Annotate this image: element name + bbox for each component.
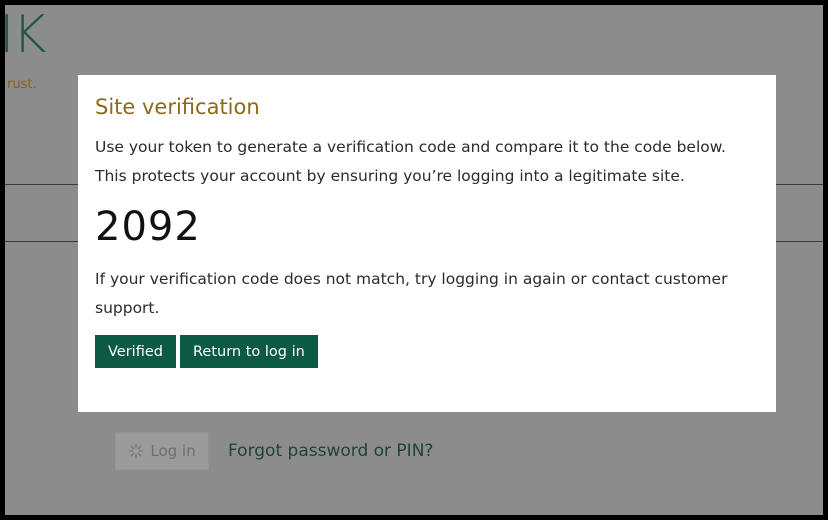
return-to-login-button[interactable]: Return to log in [179, 335, 318, 368]
dialog-description: Use your token to generate a verificatio… [95, 138, 726, 185]
bank-logo: IK [5, 5, 46, 65]
login-button-label: Log in [150, 442, 196, 460]
spinner-icon [129, 443, 144, 459]
verified-button[interactable]: Verified [95, 335, 176, 368]
dialog-actions: Verified Return to log in [95, 335, 759, 368]
forgot-password-link[interactable]: Forgot password or PIN? [228, 441, 433, 461]
site-verification-dialog: Site verification Use your token to gene… [78, 75, 776, 412]
mismatch-instructions: If your verification code does not match… [95, 270, 728, 317]
bank-tagline: rust. [7, 77, 37, 92]
screen-frame: IK rust. Log in Forgot password or PIN? … [5, 5, 823, 515]
dialog-title: Site verification [95, 95, 260, 119]
verification-code: 2092 [95, 204, 201, 250]
login-button[interactable]: Log in [115, 432, 209, 470]
